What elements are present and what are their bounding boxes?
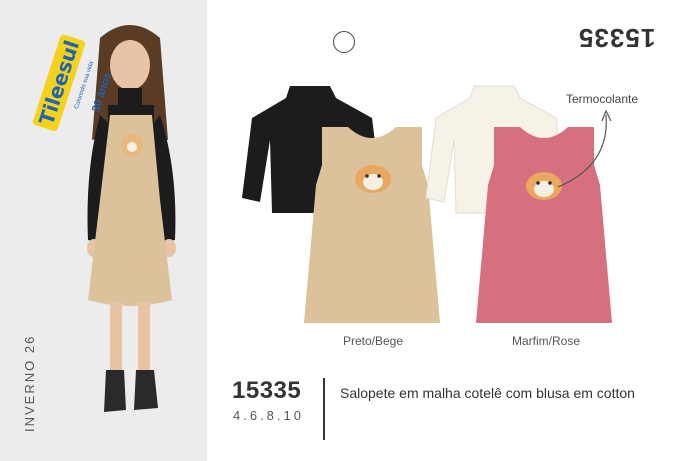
callout-label: Termocolante: [566, 92, 639, 106]
size-range: 4.6.8.10: [233, 408, 304, 423]
tiger-patch-icon: [355, 165, 391, 193]
product-code: 15335: [232, 377, 302, 404]
model-photo-panel: Tileesul Colorindo sua vida 30 anos INVE…: [0, 0, 207, 461]
brand-name: Tileesul: [32, 33, 87, 133]
callout-arrow-icon: [557, 109, 612, 188]
variant-caption: Preto/Bege: [342, 334, 404, 348]
product-code-mirrored: 15335: [578, 23, 656, 53]
variant-caption: Marfim/Rose: [511, 334, 580, 348]
circle-marker-icon: [333, 31, 355, 53]
brand-logo: Tileesul Colorindo sua vida 30 anos: [30, 32, 114, 133]
season-label: INVERNO 26: [22, 334, 37, 432]
product-description: Salopete em malha cotelê com blusa em co…: [340, 385, 635, 401]
divider: [323, 378, 325, 440]
